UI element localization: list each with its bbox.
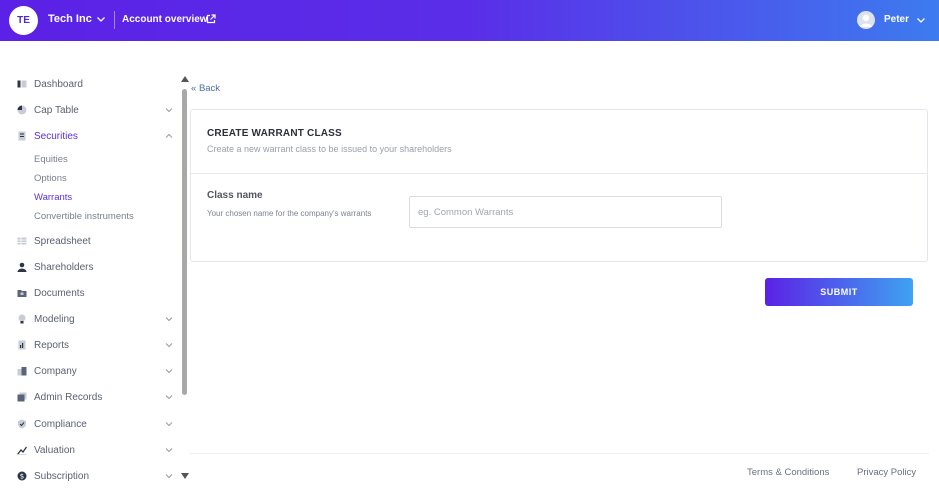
user-silhouette-icon bbox=[860, 14, 872, 27]
create-warrant-class-card: CREATE WARRANT CLASS Create a new warran… bbox=[190, 109, 928, 262]
class-name-label: Class name bbox=[207, 190, 263, 201]
sidebar-item-valuation[interactable]: Valuation bbox=[0, 440, 178, 460]
class-name-help: Your chosen name for the company's warra… bbox=[207, 209, 372, 218]
sidebar-item-modeling[interactable]: Modeling bbox=[0, 309, 178, 329]
sidebar-item-spreadsheet[interactable]: Spreadsheet bbox=[0, 231, 178, 251]
scroll-down-arrow-icon[interactable] bbox=[181, 473, 189, 479]
sidebar-item-company[interactable]: Company bbox=[0, 361, 178, 381]
chevron-up-icon bbox=[165, 133, 173, 138]
sidebar-item-label: Reports bbox=[34, 339, 70, 351]
sidebar-subitem-options[interactable]: Options bbox=[34, 173, 67, 184]
sidebar-item-admin-records[interactable]: Admin Records bbox=[0, 387, 178, 407]
lightbulb-icon bbox=[18, 314, 26, 324]
card-subtitle: Create a new warrant class to be issued … bbox=[207, 144, 452, 154]
scroll-up-arrow-icon[interactable] bbox=[181, 76, 189, 82]
table-icon bbox=[17, 237, 27, 245]
sidebar-item-label: Spreadsheet bbox=[34, 235, 91, 247]
sidebar-item-label: Cap Table bbox=[34, 104, 79, 116]
chevron-down-icon bbox=[165, 448, 173, 453]
chevron-down-icon bbox=[165, 474, 173, 479]
sidebar-item-securities[interactable]: Securities bbox=[0, 126, 178, 146]
submit-button[interactable]: SUBMIT bbox=[765, 278, 913, 306]
dashboard-icon bbox=[17, 80, 27, 88]
header-divider bbox=[114, 11, 115, 29]
shield-icon bbox=[18, 419, 26, 429]
chevron-down-icon[interactable] bbox=[96, 14, 106, 24]
chevron-down-icon bbox=[165, 369, 173, 374]
sidebar-item-label: Modeling bbox=[34, 313, 75, 325]
chevron-down-icon bbox=[165, 395, 173, 400]
scrollbar-thumb[interactable] bbox=[182, 89, 187, 395]
sidebar-item-documents[interactable]: Documents bbox=[0, 283, 178, 303]
sidebar-item-label: Shareholders bbox=[34, 261, 94, 273]
sidebar-item-cap-table[interactable]: Cap Table bbox=[0, 100, 178, 120]
sidebar-item-label: Securities bbox=[34, 130, 78, 142]
terms-link[interactable]: Terms & Conditions bbox=[747, 467, 829, 478]
footer-divider bbox=[190, 453, 929, 454]
sidebar-item-dashboard[interactable]: Dashboard bbox=[0, 74, 178, 94]
chevron-down-icon bbox=[165, 343, 173, 348]
class-name-input[interactable] bbox=[409, 196, 722, 228]
back-link[interactable]: « Back bbox=[191, 83, 220, 94]
sidebar-item-label: Subscription bbox=[34, 470, 90, 482]
sidebar-item-label: Admin Records bbox=[34, 391, 103, 403]
records-icon bbox=[17, 392, 27, 402]
chevron-down-icon bbox=[165, 108, 173, 113]
sidebar-item-reports[interactable]: Reports bbox=[0, 335, 178, 355]
building-icon bbox=[17, 367, 27, 376]
svg-text:$: $ bbox=[20, 473, 24, 481]
valuation-icon bbox=[17, 446, 27, 455]
report-icon bbox=[18, 340, 26, 350]
document-icon bbox=[18, 131, 26, 141]
folder-icon bbox=[17, 290, 27, 297]
back-label: Back bbox=[198, 83, 221, 94]
sidebar-item-compliance[interactable]: Compliance bbox=[0, 414, 178, 434]
pie-chart-icon bbox=[17, 105, 27, 115]
chevron-down-icon[interactable] bbox=[916, 15, 926, 25]
account-overview-link[interactable]: Account overview bbox=[122, 14, 208, 25]
sidebar-item-label: Company bbox=[34, 365, 77, 377]
sidebar-item-label: Documents bbox=[34, 287, 85, 299]
sidebar-subitem-warrants[interactable]: Warrants bbox=[34, 192, 72, 203]
user-avatar[interactable] bbox=[857, 11, 875, 29]
double-chevron-left-icon: « bbox=[191, 83, 197, 94]
org-name[interactable]: Tech Inc bbox=[48, 13, 92, 25]
sidebar-subitem-equities[interactable]: Equities bbox=[34, 154, 68, 165]
privacy-link[interactable]: Privacy Policy bbox=[857, 467, 916, 478]
card-title: CREATE WARRANT CLASS bbox=[207, 128, 342, 139]
chevron-down-icon bbox=[165, 317, 173, 322]
org-avatar[interactable]: TE bbox=[9, 6, 38, 35]
sidebar-item-label: Valuation bbox=[34, 444, 75, 456]
chevron-down-icon bbox=[165, 422, 173, 427]
card-divider bbox=[191, 173, 927, 174]
sidebar-item-subscription[interactable]: $ Subscription bbox=[0, 466, 178, 486]
top-bar: TE Tech Inc Account overview Peter bbox=[0, 0, 939, 41]
sidebar-item-label: Dashboard bbox=[34, 78, 83, 90]
sidebar-item-shareholders[interactable]: Shareholders bbox=[0, 257, 178, 277]
user-icon bbox=[17, 262, 27, 272]
external-link-icon[interactable] bbox=[206, 14, 216, 24]
sidebar-subitem-convertible-instruments[interactable]: Convertible instruments bbox=[34, 211, 134, 222]
user-name[interactable]: Peter bbox=[884, 14, 909, 25]
sidebar-item-label: Compliance bbox=[34, 418, 87, 430]
dollar-icon: $ bbox=[17, 471, 27, 481]
